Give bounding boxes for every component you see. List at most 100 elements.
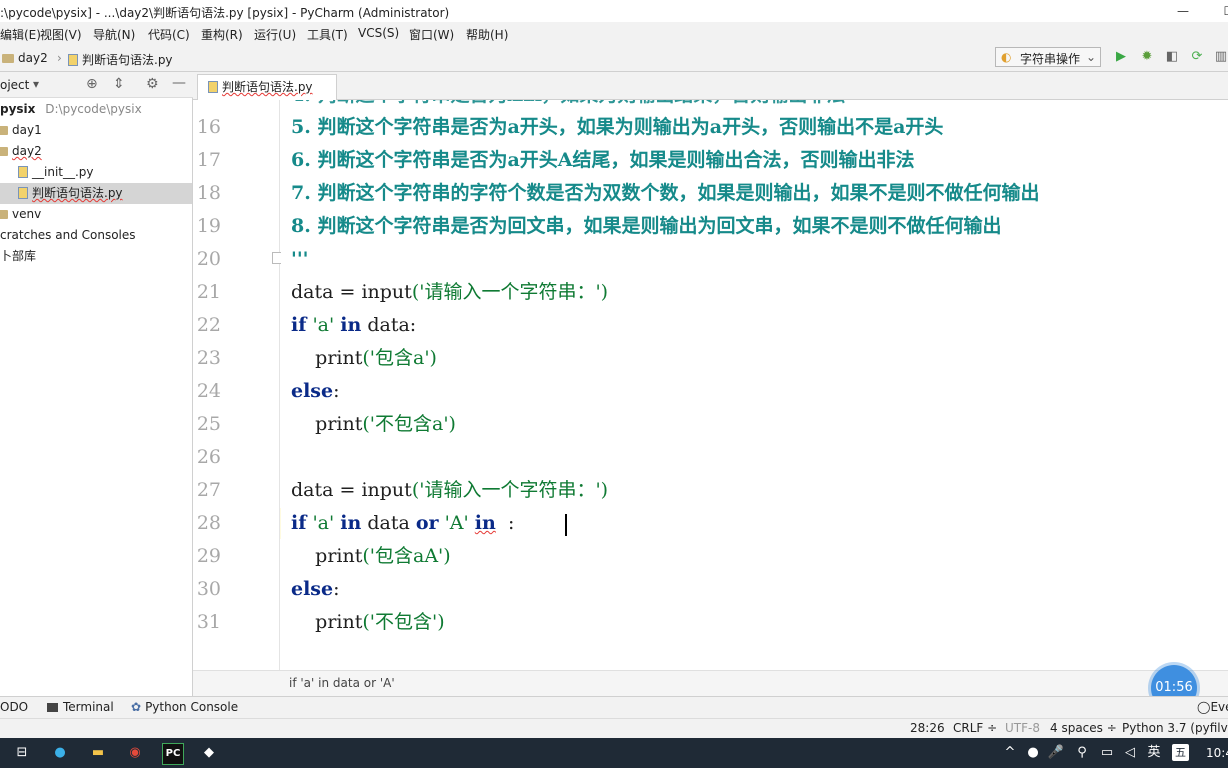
dropdown-arrow-icon[interactable]: ▾ <box>33 77 39 91</box>
caret-position[interactable]: 28:26 <box>910 721 945 735</box>
collapse-icon[interactable]: ⇕ <box>113 76 125 92</box>
debug-icon[interactable]: ✹ <box>1139 49 1155 65</box>
code-line-current: if 'a' in data or 'A' in : <box>291 512 515 534</box>
maximize-icon[interactable]: ☐ <box>1206 0 1228 22</box>
network-icon[interactable]: ⚲ <box>1072 743 1092 763</box>
line-number: 24 <box>196 380 221 402</box>
menu-window[interactable]: 窗口(W) <box>409 26 454 43</box>
file-explorer-icon[interactable]: ▬ <box>88 743 108 763</box>
tree-item-external-libraries[interactable]: 卜部库 <box>0 246 192 267</box>
editor-tab-active[interactable]: 判断语句语法.py <box>197 74 337 100</box>
line-number: 31 <box>196 611 221 633</box>
code-line: else: <box>291 380 340 402</box>
code-line: data = input('请输入一个字符串：') <box>291 281 609 303</box>
navigation-bar: day2 › 判断语句语法.py ◐ 字符串操作 ⌄ ▶ ✹ ◧ ⟳ ▥ <box>0 44 1228 72</box>
edge-icon[interactable]: ● <box>50 743 70 763</box>
crumb-separator-icon: › <box>57 51 62 65</box>
menu-tools[interactable]: 工具(T) <box>307 26 348 43</box>
code-line: 7. 判断这个字符串的字符个数是否为双数个数，如果是则输出，如果不是则不做任何输… <box>291 182 1040 204</box>
locate-icon[interactable]: ⊕ <box>86 76 98 92</box>
stop-icon[interactable]: ▥ <box>1213 49 1228 65</box>
app-icon[interactable]: ◆ <box>199 743 219 763</box>
code-line: else: <box>291 578 340 600</box>
line-number-gutter: 16 17 18 19 20 21 22 23 24 25 26 27 28 2… <box>193 100 284 670</box>
run-icon[interactable]: ▶ <box>1113 49 1129 65</box>
file-encoding[interactable]: UTF-8 <box>1005 721 1040 735</box>
pycharm-icon[interactable]: PC <box>162 743 184 765</box>
code-line: 6. 判断这个字符串是否为a开头A结尾，如果是则输出合法，否则输出非法 <box>291 149 915 171</box>
battery-icon[interactable]: ▭ <box>1097 743 1117 763</box>
task-view-icon[interactable]: ⊟ <box>12 743 32 763</box>
line-number: 26 <box>196 446 221 468</box>
chevron-up-icon[interactable]: ^ <box>1000 743 1020 763</box>
clock[interactable]: 10:4 <box>1206 743 1228 763</box>
code-line: if 'a' in data: <box>291 314 417 336</box>
line-number: 21 <box>196 281 221 303</box>
folder-icon <box>2 54 14 63</box>
menu-navigate[interactable]: 导航(N) <box>93 26 135 43</box>
gear-icon[interactable]: ⚙ <box>146 76 159 92</box>
line-number: 16 <box>196 116 221 138</box>
menu-edit[interactable]: 编辑(E) <box>0 26 41 43</box>
ime-mode[interactable]: 五 <box>1172 744 1189 761</box>
ime-language[interactable]: 英 <box>1144 743 1164 763</box>
code-line: 5. 判断这个字符串是否为a开头，如果为则输出为a开头，否则输出不是a开头 <box>291 116 944 138</box>
volume-icon[interactable]: ◁ <box>1120 743 1140 763</box>
python-file-icon <box>18 166 28 178</box>
line-number: 28 <box>196 512 221 534</box>
code-editor[interactable]: 4. 判断这个字符串是否为xxx，如果为则输出结果，否则输出非法 5. 判断这个… <box>281 100 1228 670</box>
chevron-down-icon: ⌄ <box>1086 50 1097 64</box>
line-number: 29 <box>196 545 221 567</box>
line-separator[interactable]: CRLF ÷ <box>953 721 997 735</box>
indent-setting[interactable]: 4 spaces ÷ <box>1050 721 1117 735</box>
python-interpreter[interactable]: Python 3.7 (pyfilve <box>1122 721 1228 735</box>
microphone-icon[interactable]: 🎤 <box>1046 743 1066 763</box>
run-configuration-label: 字符串操作 <box>1020 52 1081 66</box>
text-caret <box>565 514 567 536</box>
crumb-file[interactable]: 判断语句语法.py <box>68 51 173 68</box>
crumb-folder[interactable]: day2 <box>2 51 48 65</box>
tree-item-day1[interactable]: day1 <box>0 120 192 141</box>
menu-refactor[interactable]: 重构(R) <box>201 26 243 43</box>
code-line: print('不包含a') <box>315 413 456 435</box>
tree-item-day2[interactable]: day2 <box>0 141 192 162</box>
code-line: print('包含aA') <box>315 545 451 567</box>
breadcrumb-text[interactable]: if 'a' in data or 'A' <box>289 676 395 690</box>
minimize-icon[interactable]: — <box>1160 0 1206 22</box>
taskbar: ⊟ ● ▬ ◉ PC ◆ ^ ● 🎤 ⚲ ▭ ◁ 英 五 10:4 <box>0 738 1228 768</box>
line-number: 17 <box>196 149 221 171</box>
menu-help[interactable]: 帮助(H) <box>466 26 508 43</box>
tab-python-console[interactable]: ✿ Python Console <box>131 700 238 714</box>
line-number: 20 <box>196 248 221 270</box>
line-number: 23 <box>196 347 221 369</box>
editor-tab-bar: 判断语句语法.py <box>193 72 1228 100</box>
tree-item-root[interactable]: pysix D:\pycode\pysix <box>0 99 192 120</box>
title-bar: :\pycode\pysix] - ...\day2\判断语句语法.py [py… <box>0 0 1228 22</box>
tree-item-init[interactable]: __init__.py <box>0 162 192 183</box>
tab-todo[interactable]: ODO <box>0 700 28 714</box>
tree-item-scratches[interactable]: cratches and Consoles <box>0 225 192 246</box>
coverage-icon[interactable]: ◧ <box>1164 49 1180 65</box>
python-console-icon: ✿ <box>131 700 142 714</box>
search-icon: ◯ <box>1197 700 1211 714</box>
folder-icon <box>0 210 8 219</box>
tray-app-icon[interactable]: ● <box>1023 743 1043 763</box>
run-configuration-select[interactable]: ◐ 字符串操作 ⌄ <box>995 47 1101 67</box>
menu-code[interactable]: 代码(C) <box>148 26 190 43</box>
profile-icon[interactable]: ⟳ <box>1189 49 1205 65</box>
terminal-icon <box>47 703 58 712</box>
event-log-tab[interactable]: ◯Eve <box>1197 700 1228 714</box>
menu-view[interactable]: 视图(V) <box>40 26 82 43</box>
line-number: 30 <box>196 578 221 600</box>
tab-terminal[interactable]: Terminal <box>47 700 114 714</box>
hide-panel-icon[interactable]: — <box>172 75 186 91</box>
tree-item-venv[interactable]: venv <box>0 204 192 225</box>
tree-item-current-file[interactable]: 判断语句语法.py <box>0 183 192 204</box>
status-bar: 28:26 CRLF ÷ UTF-8 4 spaces ÷ Python 3.7… <box>0 718 1228 738</box>
menu-run[interactable]: 运行(U) <box>254 26 296 43</box>
project-panel-title[interactable]: oject <box>0 78 29 92</box>
chrome-icon[interactable]: ◉ <box>125 743 145 763</box>
editor-breadcrumb: if 'a' in data or 'A' <box>193 670 1228 696</box>
menu-vcs[interactable]: VCS(S) <box>358 26 399 40</box>
python-file-icon <box>208 81 218 93</box>
